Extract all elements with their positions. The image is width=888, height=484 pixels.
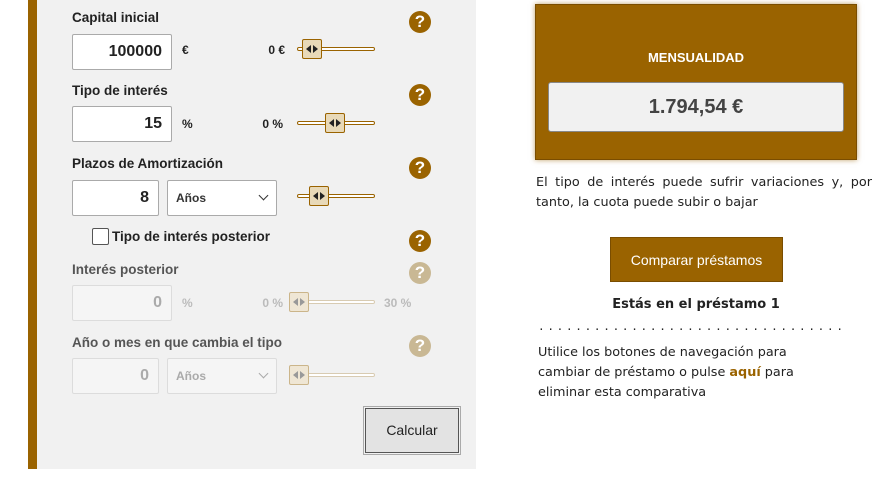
dotted-separator: ........................................… xyxy=(538,320,848,333)
capital-help-icon[interactable]: ? xyxy=(409,11,431,33)
change-when-slider[interactable] xyxy=(289,365,375,385)
later-interest-label: Interés posterior xyxy=(72,262,179,277)
change-when-label: Año o mes en que cambia el tipo xyxy=(72,335,283,350)
capital-label: Capital inicial xyxy=(72,10,160,25)
monthly-payment-value: 1.794,54 € xyxy=(548,82,844,132)
interest-min-value: 0 % xyxy=(262,117,283,131)
change-when-input[interactable]: 0 xyxy=(72,358,159,394)
later-interest-max-value: 30 % xyxy=(384,296,412,310)
later-interest-value-help-icon[interactable]: ? xyxy=(409,262,431,284)
later-interest-slider-handle-icon[interactable] xyxy=(289,292,309,312)
chevron-down-icon xyxy=(258,368,269,379)
interest-variation-note: El tipo de interés puede sufrir variacio… xyxy=(536,175,872,210)
navigation-instructions: Utilice los botones de navegación para c… xyxy=(538,343,838,403)
capital-input[interactable]: 100000 xyxy=(72,34,172,70)
interest-slider-handle-icon[interactable] xyxy=(325,113,345,133)
change-when-slider-handle-icon[interactable] xyxy=(289,365,309,385)
calculate-button[interactable]: Calcular xyxy=(363,406,461,455)
current-loan-indicator: Estás en el préstamo 1 xyxy=(612,297,780,312)
interest-slider[interactable] xyxy=(297,113,375,133)
later-interest-help-icon[interactable]: ? xyxy=(409,230,431,252)
interest-help-icon[interactable]: ? xyxy=(409,84,431,106)
monthly-payment-box: MENSUALIDAD 1.794,54 € xyxy=(535,4,857,160)
term-period-value: Años xyxy=(176,191,206,205)
later-interest-checkbox[interactable] xyxy=(92,228,109,245)
capital-slider-handle-icon[interactable] xyxy=(302,39,322,59)
term-slider[interactable] xyxy=(297,186,375,206)
later-interest-input[interactable]: 0 xyxy=(72,285,172,321)
later-interest-checkbox-label[interactable]: Tipo de interés posterior xyxy=(112,229,270,244)
interest-label: Tipo de interés xyxy=(72,83,168,98)
later-interest-unit: % xyxy=(182,296,193,310)
loan-form-panel: Capital inicial ? 100000 € 0 € Tipo de i… xyxy=(28,0,476,469)
interest-input[interactable]: 15 xyxy=(72,106,172,142)
later-interest-slider[interactable] xyxy=(289,292,375,312)
remove-comparison-link[interactable]: aquí xyxy=(729,365,760,380)
compare-loans-button[interactable]: Comparar préstamos xyxy=(610,237,783,282)
monthly-payment-title: MENSUALIDAD xyxy=(647,50,745,65)
later-interest-min-value: 0 % xyxy=(262,296,283,310)
term-input[interactable]: 8 xyxy=(72,180,159,216)
change-when-period-select[interactable]: Años xyxy=(167,358,277,394)
change-when-help-icon[interactable]: ? xyxy=(409,335,431,357)
change-when-period-value: Años xyxy=(176,369,206,383)
term-label: Plazos de Amortización xyxy=(72,156,224,171)
term-slider-handle-icon[interactable] xyxy=(309,186,329,206)
interest-unit: % xyxy=(182,117,193,131)
term-help-icon[interactable]: ? xyxy=(409,157,431,179)
term-period-select[interactable]: Años xyxy=(167,180,277,216)
chevron-down-icon xyxy=(258,190,269,201)
capital-slider[interactable] xyxy=(297,39,375,59)
capital-unit: € xyxy=(182,43,189,57)
capital-min-value: 0 € xyxy=(268,43,285,57)
